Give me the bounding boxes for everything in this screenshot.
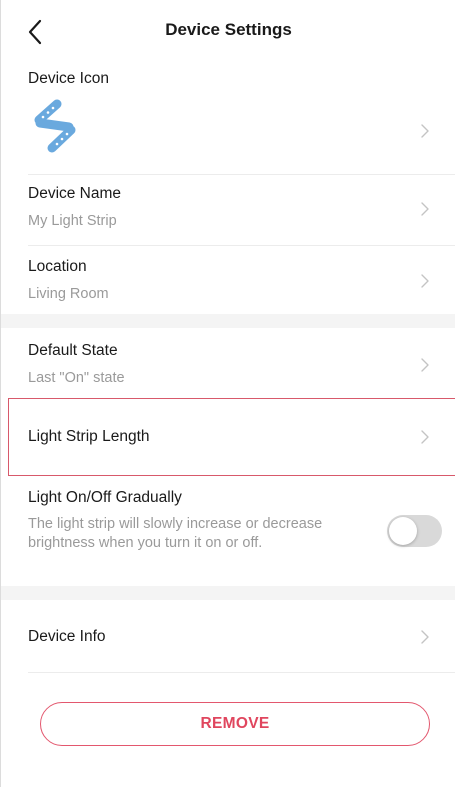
default-state-label: Default State bbox=[28, 342, 118, 359]
row-divider bbox=[28, 672, 455, 673]
gradual-toggle[interactable] bbox=[387, 515, 442, 547]
chevron-right-icon bbox=[420, 201, 430, 217]
light-strip-length-row[interactable]: Light Strip Length bbox=[1, 399, 455, 475]
device-info-row[interactable]: Device Info bbox=[1, 600, 455, 672]
chevron-right-icon bbox=[420, 429, 430, 445]
location-row[interactable]: Location Living Room bbox=[1, 246, 455, 314]
remove-button[interactable]: REMOVE bbox=[40, 702, 430, 746]
section-gap bbox=[1, 586, 455, 600]
default-state-row[interactable]: Default State Last "On" state bbox=[1, 328, 455, 398]
default-state-value: Last "On" state bbox=[28, 370, 125, 386]
chevron-right-icon bbox=[420, 273, 430, 289]
light-strip-icon bbox=[31, 99, 83, 155]
chevron-right-icon bbox=[420, 629, 430, 645]
device-name-row[interactable]: Device Name My Light Strip bbox=[1, 175, 455, 245]
page-title: Device Settings bbox=[165, 20, 292, 39]
chevron-right-icon bbox=[420, 357, 430, 373]
device-settings-screen: Device Settings Device Icon Device Name … bbox=[0, 0, 455, 787]
device-name-label: Device Name bbox=[28, 185, 122, 202]
location-label: Location bbox=[28, 258, 87, 275]
device-info-label: Device Info bbox=[28, 628, 106, 645]
location-value: Living Room bbox=[28, 286, 109, 302]
toggle-knob bbox=[389, 517, 417, 545]
device-icon-label: Device Icon bbox=[28, 70, 109, 87]
gradual-description: The light strip will slowly increase or … bbox=[28, 516, 323, 551]
section-gap bbox=[1, 314, 455, 328]
header-bar: Device Settings bbox=[1, 0, 455, 62]
chevron-right-icon bbox=[420, 123, 430, 139]
gradual-label: Light On/Off Gradually bbox=[28, 489, 182, 506]
device-name-value: My Light Strip bbox=[28, 213, 117, 229]
light-strip-length-label: Light Strip Length bbox=[28, 428, 150, 445]
